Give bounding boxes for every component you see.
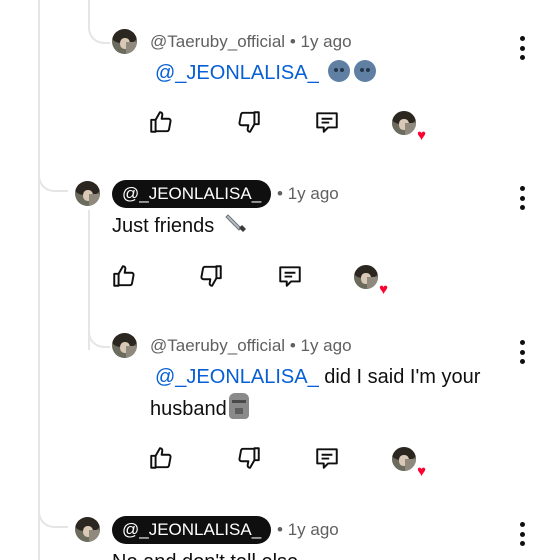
more-vertical-icon[interactable] — [518, 36, 526, 60]
comment-meta: • 1y ago — [277, 520, 339, 540]
avatar[interactable] — [75, 181, 100, 206]
mention-link[interactable]: @_JEONLALISA_ — [155, 366, 319, 388]
author-handle[interactable]: @_JEONLALISA_ — [112, 516, 272, 544]
comment-text: No and don't tell else — [112, 547, 298, 560]
moai-emoji — [228, 393, 249, 419]
reply-comment-icon[interactable] — [313, 108, 341, 136]
avatar[interactable] — [112, 29, 137, 54]
avatar[interactable] — [112, 333, 137, 358]
comment-body: did I said I'm your — [324, 366, 481, 388]
knife-emoji — [225, 214, 246, 232]
comment-body: Just friends — [112, 215, 215, 237]
comment-text: Just friends — [112, 211, 248, 241]
timestamp: 1y ago — [300, 336, 352, 355]
creator-heart-icon: ♥ — [392, 111, 426, 143]
separator: • — [277, 520, 283, 539]
separator: • — [277, 184, 283, 203]
thumbs-up-icon[interactable] — [110, 262, 138, 290]
comment-text: @_JEONLALISA_ — [155, 58, 377, 88]
thumbs-up-icon[interactable] — [147, 444, 175, 472]
thumbs-down-icon[interactable] — [235, 108, 263, 136]
more-vertical-icon[interactable] — [518, 522, 526, 546]
timestamp: 1y ago — [300, 32, 352, 51]
reply-comment-icon[interactable] — [276, 262, 304, 290]
reply-comment-icon[interactable] — [313, 444, 341, 472]
thread-curve-2 — [38, 160, 68, 192]
thread-line-outer — [38, 0, 40, 560]
author-handle[interactable]: @_JEONLALISA_ — [112, 180, 272, 208]
thread-curve-4 — [38, 496, 68, 528]
more-vertical-icon[interactable] — [518, 340, 526, 364]
thumbs-down-icon[interactable] — [197, 262, 225, 290]
thumbs-up-icon[interactable] — [147, 108, 175, 136]
timestamp: 1y ago — [287, 520, 339, 539]
comment-meta: • 1y ago — [277, 184, 339, 204]
moon-face-emoji — [328, 60, 351, 82]
comment-text-line-2: husband — [150, 393, 249, 424]
avatar[interactable] — [75, 517, 100, 542]
moon-face-emoji — [354, 60, 377, 82]
mention-link[interactable]: @_JEONLALISA_ — [155, 62, 319, 84]
author-handle[interactable]: @Taeruby_official — [150, 336, 285, 355]
comment-meta: @Taeruby_official • 1y ago — [150, 32, 352, 52]
separator: • — [289, 336, 296, 355]
author-handle[interactable]: @Taeruby_official — [150, 32, 285, 51]
comment-body: No and don't tell else — [112, 551, 298, 560]
more-vertical-icon[interactable] — [518, 186, 526, 210]
timestamp: 1y ago — [287, 184, 339, 203]
thread-curve-3 — [88, 306, 110, 348]
comment-body-2: husband — [150, 398, 227, 420]
comment-meta: @Taeruby_official • 1y ago — [150, 336, 352, 356]
separator: • — [289, 32, 296, 51]
creator-heart-icon: ♥ — [392, 447, 426, 479]
thread-curve-1 — [88, 0, 110, 44]
creator-heart-icon: ♥ — [354, 265, 388, 297]
comment-text-line-1: @_JEONLALISA_ did I said I'm your — [155, 362, 480, 392]
thumbs-down-icon[interactable] — [235, 444, 263, 472]
